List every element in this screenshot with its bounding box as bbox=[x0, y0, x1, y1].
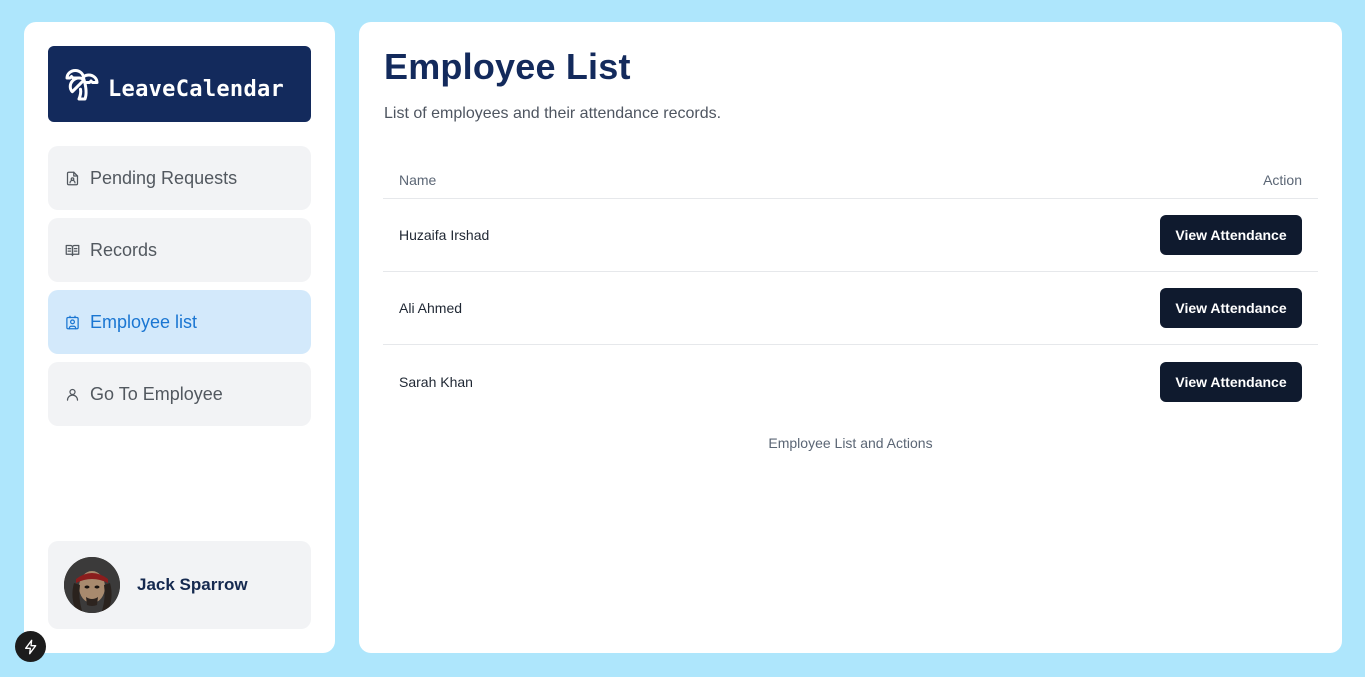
view-attendance-button[interactable]: View Attendance bbox=[1160, 288, 1302, 328]
sidebar-nav: Pending Requests Records Employee list G… bbox=[48, 146, 311, 434]
sidebar-item-go-to-employee[interactable]: Go To Employee bbox=[48, 362, 311, 426]
app-logo[interactable]: LeaveCalendar bbox=[48, 46, 311, 122]
sidebar-item-employee-list[interactable]: Employee list bbox=[48, 290, 311, 354]
lightning-icon bbox=[24, 639, 36, 654]
employee-name: Ali Ahmed bbox=[399, 300, 463, 316]
main-content: Employee List List of employees and thei… bbox=[359, 22, 1342, 653]
contact-icon bbox=[64, 314, 80, 330]
avatar bbox=[64, 557, 120, 613]
user-icon bbox=[64, 386, 80, 402]
sidebar-item-pending-requests[interactable]: Pending Requests bbox=[48, 146, 311, 210]
table-row: Sarah Khan View Attendance bbox=[383, 345, 1318, 418]
employee-table: Name Action Huzaifa Irshad View Attendan… bbox=[383, 162, 1318, 418]
dev-tools-button[interactable] bbox=[15, 631, 46, 662]
column-header-name: Name bbox=[399, 172, 437, 188]
user-name: Jack Sparrow bbox=[137, 575, 248, 594]
user-profile[interactable]: Jack Sparrow bbox=[48, 541, 311, 629]
sidebar-item-label: Pending Requests bbox=[90, 167, 238, 188]
palm-tree-icon bbox=[65, 69, 99, 101]
view-attendance-button[interactable]: View Attendance bbox=[1160, 215, 1302, 255]
table-row: Huzaifa Irshad View Attendance bbox=[383, 199, 1318, 272]
column-header-action: Action bbox=[1263, 172, 1302, 188]
table-header: Name Action bbox=[383, 162, 1318, 199]
sidebar-item-label: Go To Employee bbox=[90, 383, 223, 404]
sidebar-item-label: Employee list bbox=[90, 311, 198, 332]
view-attendance-button[interactable]: View Attendance bbox=[1160, 361, 1302, 402]
employee-name: Huzaifa Irshad bbox=[399, 227, 490, 243]
file-user-icon bbox=[64, 170, 80, 186]
sidebar-item-records[interactable]: Records bbox=[48, 218, 311, 282]
employee-name: Sarah Khan bbox=[399, 373, 473, 390]
table-caption: Employee List and Actions bbox=[768, 435, 933, 451]
sidebar: LeaveCalendar Pending Requests Records E… bbox=[24, 22, 335, 653]
sidebar-item-label: Records bbox=[90, 239, 158, 260]
table-row: Ali Ahmed View Attendance bbox=[383, 272, 1318, 345]
app-name: LeaveCalendar bbox=[108, 76, 285, 102]
book-open-icon bbox=[64, 242, 80, 258]
page-subtitle: List of employees and their attendance r… bbox=[384, 105, 722, 122]
page-title: Employee List bbox=[384, 46, 631, 87]
